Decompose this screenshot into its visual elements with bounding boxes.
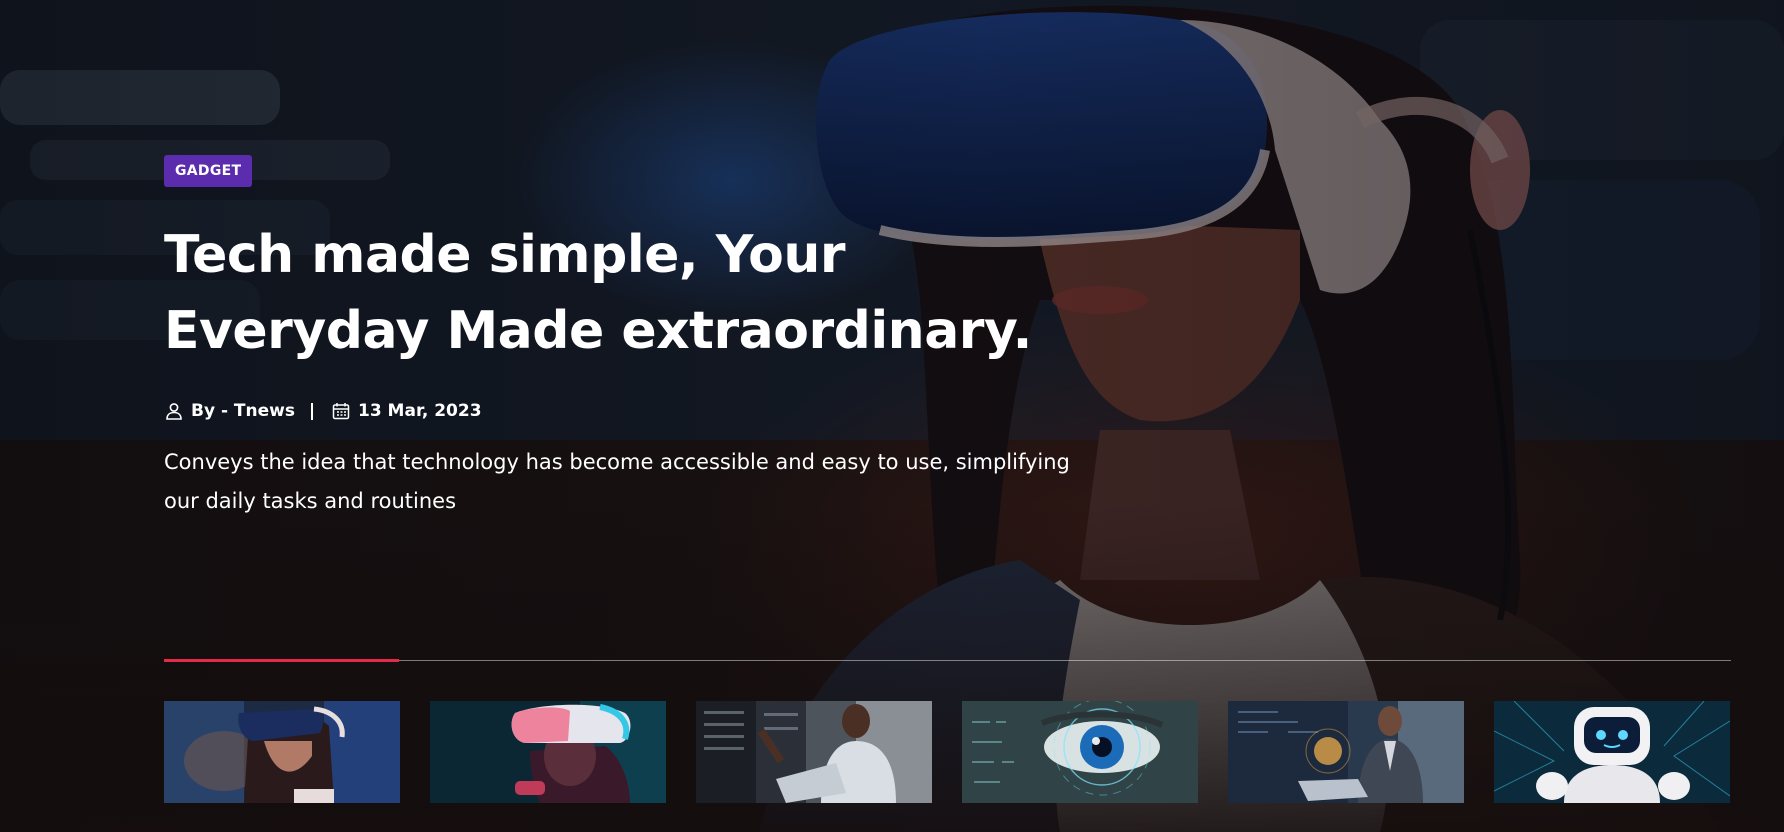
slider-thumbnails (164, 701, 1730, 803)
hero-slider: GADGET Tech made simple, Your Everyday M… (0, 0, 1784, 832)
post-date: 13 Mar, 2023 (357, 401, 482, 421)
slider-progress-fill (164, 659, 399, 662)
user-icon (164, 401, 184, 421)
vr-woman-thumbnail[interactable] (164, 701, 400, 803)
businessman-hologram-thumbnail[interactable] (1228, 701, 1464, 803)
vr-man-thumbnail[interactable] (430, 701, 666, 803)
calendar-icon (331, 401, 351, 421)
hero-excerpt: Conveys the idea that technology has bec… (164, 450, 1070, 513)
robot-thumbnail[interactable] (1494, 701, 1730, 803)
cyber-eye-thumbnail[interactable] (962, 701, 1198, 803)
server-engineer-thumbnail[interactable] (696, 701, 932, 803)
post-author[interactable]: By - Tnews (191, 401, 295, 421)
hero-content: GADGET Tech made simple, Your Everyday M… (164, 155, 1124, 542)
hero-title[interactable]: Tech made simple, Your Everyday Made ext… (164, 217, 1124, 369)
slider-progress-track (164, 659, 1731, 662)
meta-divider (310, 402, 313, 420)
post-meta: By - Tnews 13 Mar, 2023 (164, 401, 1124, 421)
category-badge[interactable]: GADGET (164, 155, 253, 187)
